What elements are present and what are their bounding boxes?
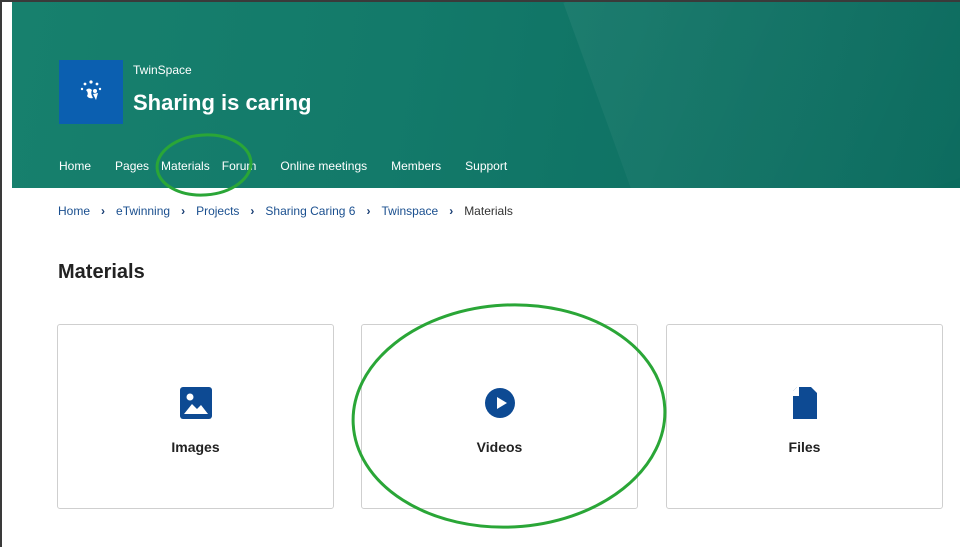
site-header: TwinSpace Sharing is caring Home Pages M…: [12, 2, 960, 188]
image-icon: [179, 387, 212, 419]
images-card[interactable]: Images: [57, 324, 334, 509]
chevron-right-icon: ›: [181, 204, 186, 218]
chevron-right-icon: ›: [449, 204, 454, 218]
chevron-right-icon: ›: [250, 204, 255, 218]
breadcrumb: Home › eTwinning › Projects › Sharing Ca…: [58, 204, 513, 218]
etwinning-logo[interactable]: [59, 60, 123, 124]
nav-materials[interactable]: Materials: [161, 159, 210, 173]
file-icon: [792, 387, 817, 419]
breadcrumb-home[interactable]: Home: [58, 204, 90, 218]
space-label: TwinSpace: [133, 63, 192, 77]
etwinning-logo-icon: [80, 80, 102, 100]
breadcrumb-etwinning[interactable]: eTwinning: [116, 204, 170, 218]
play-circle-icon: [484, 388, 515, 418]
images-card-label: Images: [171, 439, 220, 455]
main-nav: Home Pages Materials Forum Online meetin…: [59, 159, 531, 173]
videos-card-label: Videos: [476, 439, 523, 455]
nav-pages[interactable]: Pages: [115, 159, 149, 173]
files-card-label: Files: [788, 439, 821, 455]
nav-home[interactable]: Home: [59, 159, 91, 173]
page-title: Materials: [58, 261, 145, 283]
videos-card[interactable]: Videos: [361, 324, 638, 509]
nav-forum[interactable]: Forum: [222, 159, 257, 173]
breadcrumb-projects[interactable]: Projects: [196, 204, 239, 218]
breadcrumb-materials: Materials: [464, 204, 513, 218]
app-window: TwinSpace Sharing is caring Home Pages M…: [0, 0, 960, 547]
chevron-right-icon: ›: [366, 204, 371, 218]
breadcrumb-sharing-caring-6[interactable]: Sharing Caring 6: [265, 204, 355, 218]
files-card[interactable]: Files: [666, 324, 943, 509]
nav-online-meetings[interactable]: Online meetings: [280, 159, 367, 173]
space-title[interactable]: Sharing is caring: [133, 90, 312, 116]
nav-support[interactable]: Support: [465, 159, 507, 173]
chevron-right-icon: ›: [101, 204, 106, 218]
nav-members[interactable]: Members: [391, 159, 441, 173]
header-decoration: [563, 2, 960, 188]
breadcrumb-twinspace[interactable]: Twinspace: [381, 204, 438, 218]
